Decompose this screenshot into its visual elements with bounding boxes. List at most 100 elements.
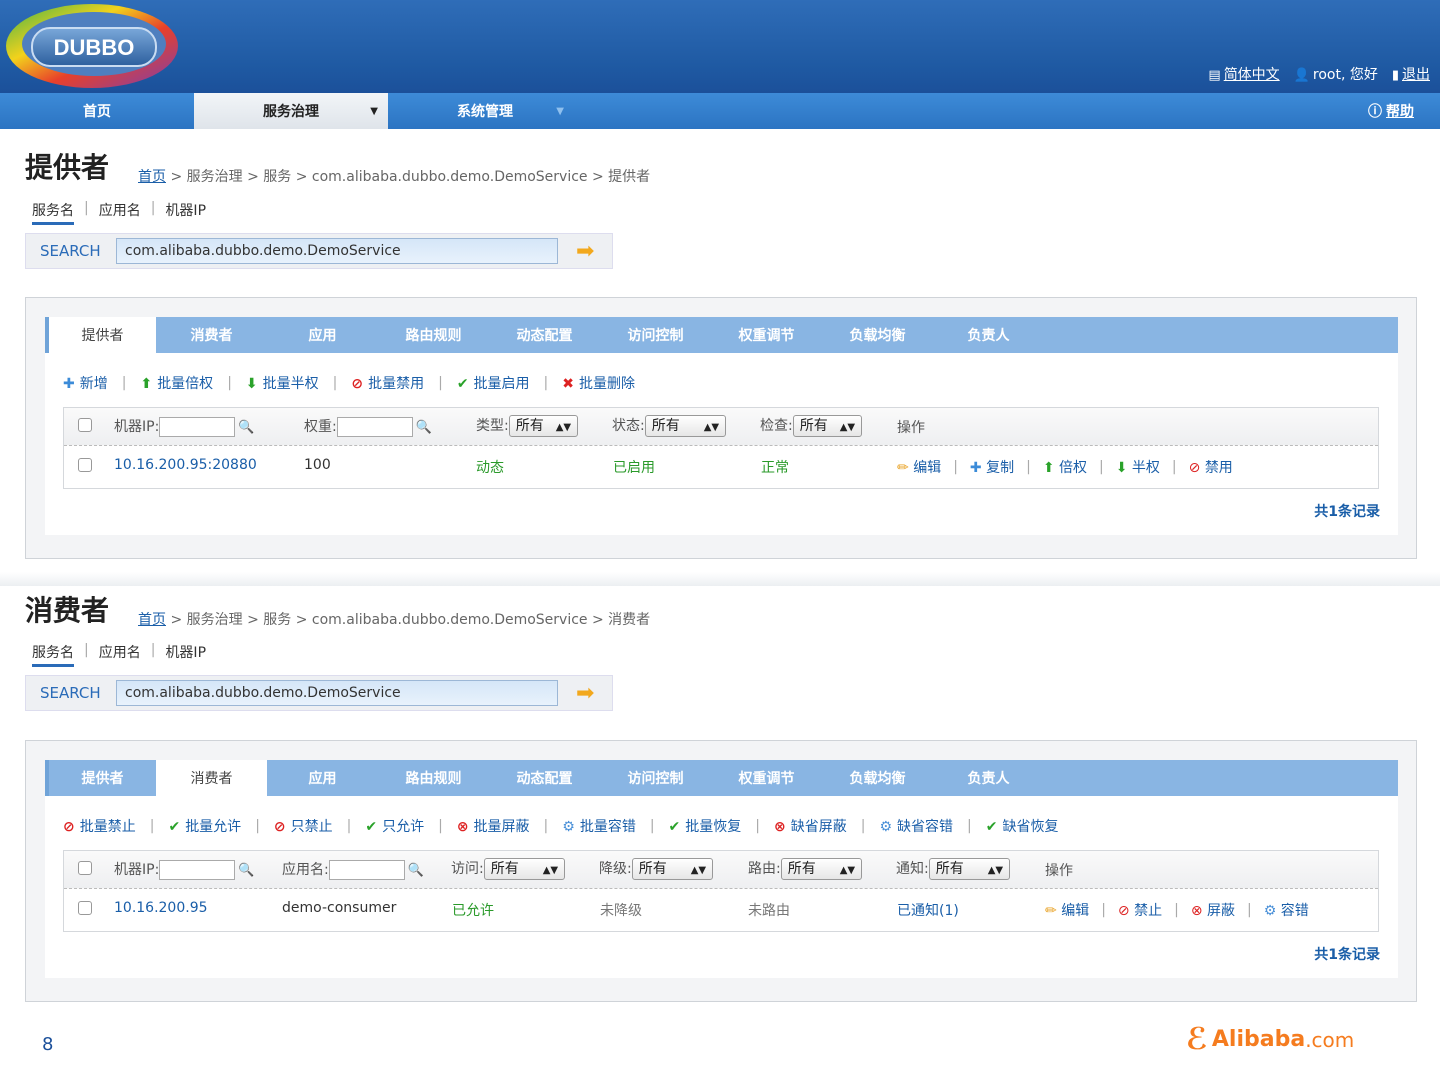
add-button[interactable]: ✚ 新增 <box>63 373 108 393</box>
search-tab-app[interactable]: 应用名 <box>99 200 141 225</box>
batch-double-weight-button[interactable]: ⬆ 批量倍权 <box>140 373 213 393</box>
disable-button[interactable]: ⊘ 禁用 <box>1189 457 1233 477</box>
default-recover-button[interactable]: ✔ 缺省恢复 <box>986 816 1059 836</box>
batch-half-weight-button[interactable]: ⬇ 批量半权 <box>246 373 319 393</box>
help-link[interactable]: ⓘ 帮助 <box>1368 93 1414 129</box>
double-weight-button[interactable]: ⬆ 倍权 <box>1043 457 1087 477</box>
mock-button[interactable]: ⊗ 屏蔽 <box>1191 900 1235 920</box>
ip-filter-input[interactable] <box>159 417 236 437</box>
logout-link[interactable]: ▮ 退出 <box>1392 64 1430 84</box>
provider-type: 动态 <box>476 460 504 476</box>
svg-text:DUBBO: DUBBO <box>54 35 135 60</box>
tab-routes[interactable]: 路由规则 <box>378 317 489 353</box>
batch-recover-button[interactable]: ✔ 批量恢复 <box>669 816 742 836</box>
tab-owners[interactable]: 负责人 <box>933 317 1044 353</box>
search-go-arrow-icon[interactable]: ➡ <box>576 239 594 264</box>
search-tab-ip[interactable]: 机器IP <box>165 642 206 667</box>
nav-home[interactable]: 首页 <box>0 93 194 129</box>
search-label: SEARCH <box>40 684 101 702</box>
search-bar: SEARCH com.alibaba.dubbo.demo.DemoServic… <box>25 675 613 711</box>
page-number: 8 <box>42 1034 54 1055</box>
search-go-arrow-icon[interactable]: ➡ <box>576 681 594 706</box>
search-icon[interactable]: 🔍 <box>416 420 432 435</box>
arrow-up-icon: ⬆ <box>1042 460 1055 476</box>
provider-status: 已启用 <box>613 460 655 476</box>
search-tab-ip[interactable]: 机器IP <box>165 200 206 225</box>
tab-overrides[interactable]: 动态配置 <box>489 317 600 353</box>
check-icon: ✔ <box>365 819 378 835</box>
edit-button[interactable]: ✏ 编辑 <box>897 457 941 477</box>
nav-system-management[interactable]: 系统管理 ▼ <box>388 93 582 129</box>
tab-applications[interactable]: 应用 <box>267 760 378 796</box>
only-forbid-button[interactable]: ⊘ 只禁止 <box>274 816 333 836</box>
row-checkbox[interactable] <box>78 901 92 915</box>
ip-filter-input[interactable] <box>159 860 236 880</box>
batch-tolerance-button[interactable]: ⚙ 批量容错 <box>562 816 636 836</box>
consumer-notify-link[interactable]: 已通知(1) <box>897 900 959 920</box>
search-input[interactable]: com.alibaba.dubbo.demo.DemoService <box>116 680 558 706</box>
nav-service-governance[interactable]: 服务治理 ▼ <box>194 93 388 129</box>
forbid-button[interactable]: ⊘ 禁止 <box>1118 900 1162 920</box>
tab-access[interactable]: 访问控制 <box>600 317 711 353</box>
tab-routes[interactable]: 路由规则 <box>378 760 489 796</box>
tab-providers[interactable]: 提供者 <box>45 760 156 796</box>
tab-providers[interactable]: 提供者 <box>45 317 156 353</box>
search-tab-service[interactable]: 服务名 <box>32 200 74 225</box>
tab-access[interactable]: 访问控制 <box>600 760 711 796</box>
default-tolerance-button[interactable]: ⚙ 缺省容错 <box>879 816 953 836</box>
select-all-checkbox[interactable] <box>78 861 92 875</box>
forbidden-icon: ⊘ <box>273 819 286 835</box>
search-icon[interactable]: 🔍 <box>238 863 254 878</box>
select-all-checkbox[interactable] <box>78 418 92 432</box>
row-checkbox[interactable] <box>78 458 92 472</box>
tab-consumers[interactable]: 消费者 <box>156 317 267 353</box>
access-select[interactable]: 所有 ▲▼ <box>483 858 566 880</box>
tolerance-button[interactable]: ⚙ 容错 <box>1264 900 1309 920</box>
batch-enable-button[interactable]: ✔ 批量启用 <box>457 373 530 393</box>
tab-overrides[interactable]: 动态配置 <box>489 760 600 796</box>
search-tab-app[interactable]: 应用名 <box>99 642 141 667</box>
half-weight-button[interactable]: ⬇ 半权 <box>1116 457 1160 477</box>
route-select[interactable]: 所有 ▲▼ <box>780 858 863 880</box>
batch-delete-button[interactable]: ✖ 批量删除 <box>562 373 635 393</box>
notify-select[interactable]: 所有 ▲▼ <box>928 858 1011 880</box>
search-tab-service[interactable]: 服务名 <box>32 642 74 667</box>
batch-mock-button[interactable]: ⊗ 批量屏蔽 <box>457 816 530 836</box>
tab-weights[interactable]: 权重调节 <box>711 760 822 796</box>
plus-icon: ✚ <box>969 460 982 476</box>
forbidden-icon: ⊘ <box>1188 460 1201 476</box>
tab-weights[interactable]: 权重调节 <box>711 317 822 353</box>
only-allow-button[interactable]: ✔ 只允许 <box>365 816 424 836</box>
status-select[interactable]: 所有 ▲▼ <box>644 415 727 437</box>
tab-loadbalance[interactable]: 负载均衡 <box>822 760 933 796</box>
search-icon[interactable]: 🔍 <box>408 863 424 878</box>
search-icon[interactable]: 🔍 <box>238 420 254 435</box>
batch-forbid-button[interactable]: ⊘ 批量禁止 <box>63 816 136 836</box>
breadcrumb-home-link[interactable]: 首页 <box>138 612 166 628</box>
degrade-select[interactable]: 所有 ▲▼ <box>631 858 714 880</box>
tab-owners[interactable]: 负责人 <box>933 760 1044 796</box>
batch-allow-button[interactable]: ✔ 批量允许 <box>168 816 241 836</box>
ops-header: 操作 <box>897 420 925 436</box>
default-mock-button[interactable]: ⊗ 缺省屏蔽 <box>774 816 847 836</box>
weight-filter-input[interactable] <box>336 417 413 437</box>
check-select[interactable]: 所有 ▲▼ <box>792 415 863 437</box>
provider-address-link[interactable]: 10.16.200.95:20880 <box>114 457 257 473</box>
batch-disable-button[interactable]: ⊘ 批量禁用 <box>351 373 424 393</box>
copy-button[interactable]: ✚ 复制 <box>970 457 1014 477</box>
edit-button[interactable]: ✏ 编辑 <box>1045 900 1089 920</box>
arrow-up-icon: ⬆ <box>140 376 153 392</box>
consumer-route: 未路由 <box>748 903 790 919</box>
consumer-address-link[interactable]: 10.16.200.95 <box>114 900 208 916</box>
help-icon: ⓘ <box>1368 104 1382 120</box>
dubbo-logo[interactable]: DUBBO <box>4 2 180 90</box>
tab-applications[interactable]: 应用 <box>267 317 378 353</box>
language-link[interactable]: ▤ 简体中文 <box>1208 64 1279 84</box>
breadcrumb-home-link[interactable]: 首页 <box>138 169 166 185</box>
tab-loadbalance[interactable]: 负载均衡 <box>822 317 933 353</box>
search-input[interactable]: com.alibaba.dubbo.demo.DemoService <box>116 238 558 264</box>
gear-icon: ⚙ <box>879 819 893 835</box>
type-select[interactable]: 所有 ▲▼ <box>508 415 579 437</box>
tab-consumers[interactable]: 消费者 <box>156 760 267 796</box>
app-filter-input[interactable] <box>328 860 405 880</box>
